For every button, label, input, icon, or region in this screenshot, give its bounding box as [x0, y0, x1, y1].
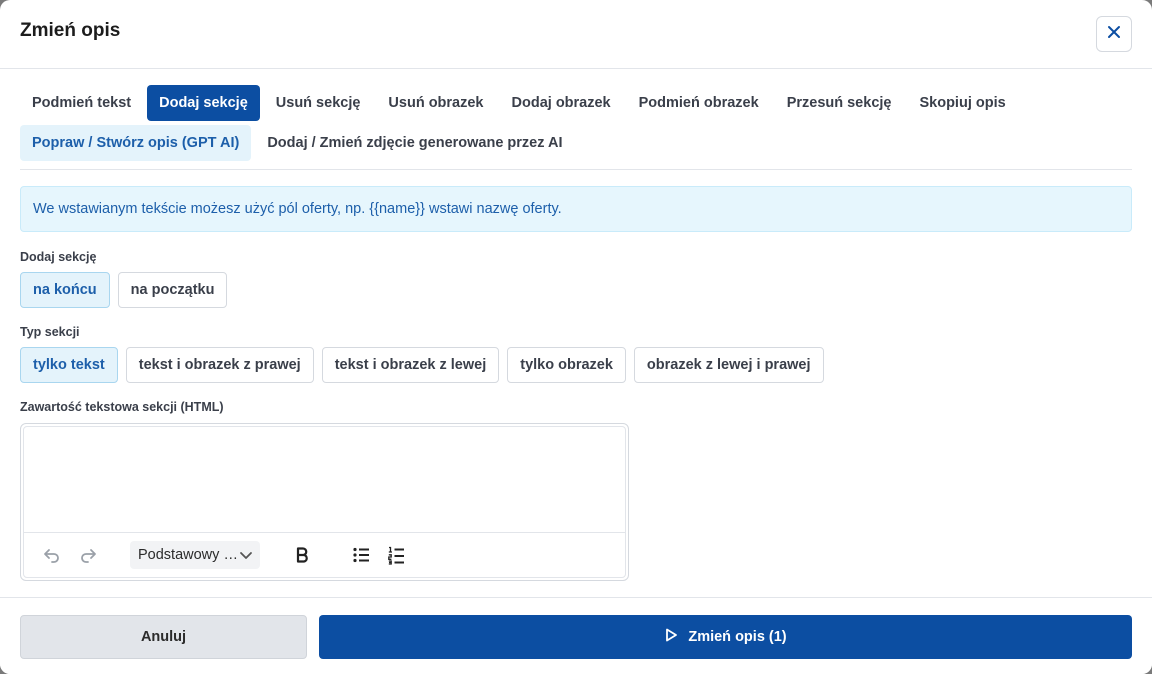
numbered-list-icon[interactable]	[386, 545, 406, 565]
close-icon	[1107, 25, 1121, 44]
dialog-footer: Anuluj Zmień opis (1)	[0, 597, 1152, 674]
tab-remove-section[interactable]: Usuń sekcję	[264, 85, 373, 121]
undo-icon[interactable]	[42, 545, 62, 565]
cancel-button[interactable]: Anuluj	[20, 615, 307, 659]
block-style-select[interactable]: Podstawowy tekst	[130, 541, 260, 569]
editor-toolbar: Podstawowy tekst	[24, 532, 625, 577]
type-option-text-image-right[interactable]: tekst i obrazek z prawej	[125, 347, 314, 383]
tab-copy-description[interactable]: Skopiuj opis	[907, 85, 1017, 121]
info-alert-text: We wstawianym tekście możesz użyć pól of…	[33, 201, 562, 217]
position-option-start[interactable]: na początku	[117, 272, 228, 308]
dialog-header: Zmień opis	[0, 0, 1152, 69]
tab-row-2: Popraw / Stwórz opis (GPT AI) Dodaj / Zm…	[20, 125, 1132, 161]
add-section-label: Dodaj sekcję	[20, 250, 97, 264]
tab-ai-image[interactable]: Dodaj / Zmień zdjęcie generowane przez A…	[255, 125, 574, 161]
play-icon	[664, 628, 678, 646]
close-button[interactable]	[1096, 16, 1132, 52]
type-option-image-only[interactable]: tylko obrazek	[507, 347, 626, 383]
block-style-value: Podstawowy tekst	[138, 547, 238, 563]
type-option-image-left-right[interactable]: obrazek z lewej i prawej	[633, 347, 824, 383]
position-option-end[interactable]: na końcu	[20, 272, 110, 308]
html-editor: Podstawowy tekst	[20, 423, 629, 581]
info-alert: We wstawianym tekście możesz użyć pól of…	[20, 186, 1132, 232]
html-editor-frame: Podstawowy tekst	[23, 426, 626, 578]
editor-content-area[interactable]	[24, 427, 625, 532]
tab-row-1: Podmień tekst Dodaj sekcję Usuń sekcję U…	[20, 85, 1132, 121]
type-option-text-only[interactable]: tylko tekst	[20, 347, 118, 383]
tab-replace-text[interactable]: Podmień tekst	[20, 85, 143, 121]
operation-tabs: Podmień tekst Dodaj sekcję Usuń sekcję U…	[20, 85, 1132, 165]
change-description-dialog: Zmień opis Podmień tekst Dodaj sekcję Us…	[0, 0, 1152, 674]
tab-remove-image[interactable]: Usuń obrazek	[376, 85, 495, 121]
content-label: Zawartość tekstowa sekcji (HTML)	[20, 400, 224, 414]
tab-replace-image[interactable]: Podmień obrazek	[627, 85, 771, 121]
add-section-position-group: na końcu na początku	[20, 272, 228, 308]
tabs-divider	[20, 169, 1132, 170]
bullet-list-icon[interactable]	[351, 545, 371, 565]
tab-add-section[interactable]: Dodaj sekcję	[147, 85, 260, 121]
tab-add-image[interactable]: Dodaj obrazek	[500, 85, 623, 121]
section-type-group: tylko tekst tekst i obrazek z prawej tek…	[20, 347, 824, 383]
tab-gpt-description[interactable]: Popraw / Stwórz opis (GPT AI)	[20, 125, 252, 161]
tab-move-section[interactable]: Przesuń sekcję	[775, 85, 904, 121]
submit-button[interactable]: Zmień opis (1)	[319, 615, 1132, 659]
section-type-label: Typ sekcji	[20, 325, 80, 339]
dialog-title: Zmień opis	[20, 20, 121, 41]
type-option-text-image-left[interactable]: tekst i obrazek z lewej	[321, 347, 500, 383]
submit-button-label: Zmień opis (1)	[688, 629, 787, 645]
redo-icon[interactable]	[78, 545, 98, 565]
chevron-down-icon	[238, 547, 254, 563]
bold-icon[interactable]	[292, 545, 312, 565]
